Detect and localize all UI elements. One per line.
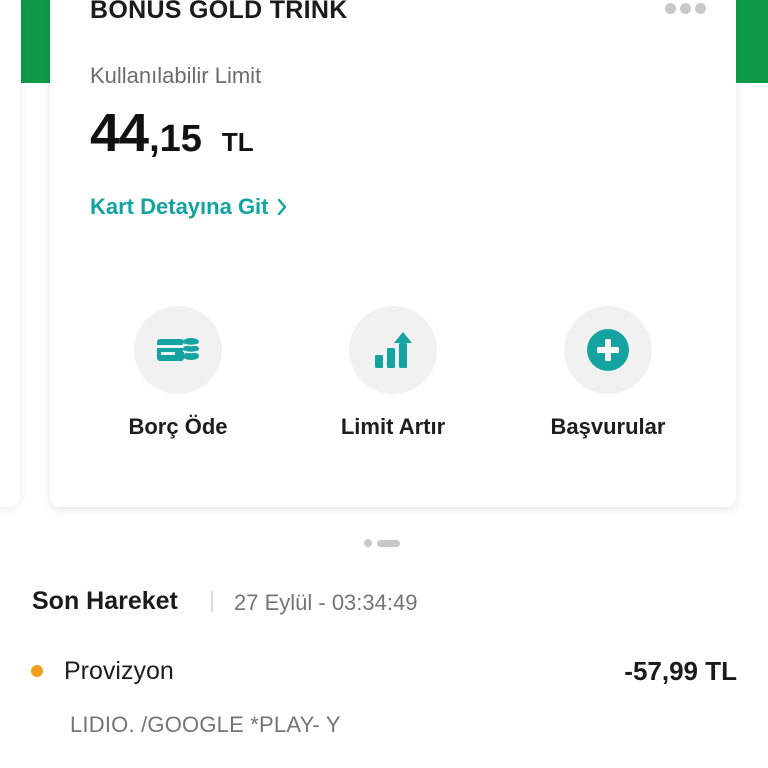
pay-debt-label: Borç Öde (128, 414, 228, 439)
pager-dot-active (377, 539, 400, 547)
bar-chart-up-icon (375, 332, 412, 368)
header-background-right (736, 0, 768, 83)
more-options-icon[interactable] (665, 3, 706, 14)
available-limit-amount: 44,15 TL (90, 102, 254, 164)
previous-card-peek[interactable] (0, 0, 20, 507)
plus-circle-icon (587, 329, 629, 371)
pay-debt-icon-wrap (134, 306, 222, 394)
transaction-type[interactable]: Provizyon (64, 657, 174, 686)
screen: BONUS GOLD TRINK Kullanılabilir Limit 44… (0, 0, 768, 768)
more-dot (665, 3, 676, 14)
available-limit-label: Kullanılabilir Limit (90, 63, 262, 88)
applications-label: Başvurular (550, 414, 666, 439)
limit-amount-whole: 44 (90, 103, 149, 163)
credit-card-panel: BONUS GOLD TRINK Kullanılabilir Limit 44… (50, 0, 736, 507)
card-pager-indicator[interactable] (364, 539, 400, 547)
transaction-status-dot (31, 665, 43, 677)
card-detail-link-label: Kart Detayına Git (90, 194, 269, 219)
increase-limit-icon-wrap (349, 306, 437, 394)
increase-limit-button[interactable]: Limit Artır (303, 306, 483, 440)
last-transaction-title: Son Hareket (32, 587, 178, 615)
card-title: BONUS GOLD TRINK (90, 0, 348, 24)
applications-icon-wrap (564, 306, 652, 394)
limit-amount-decimal: ,15 (149, 118, 202, 160)
transaction-amount[interactable]: -57,99 TL (624, 656, 737, 687)
last-transaction-date: 27 Eylül - 03:34:49 (234, 590, 418, 615)
increase-limit-label: Limit Artır (340, 414, 446, 439)
chevron-right-icon (277, 198, 286, 216)
limit-currency: TL (221, 127, 254, 157)
more-dot (680, 3, 691, 14)
transaction-description: LIDIO. /GOOGLE *PLAY- Y (70, 712, 341, 737)
more-dot (695, 3, 706, 14)
pager-dot (364, 539, 372, 547)
card-detail-link[interactable]: Kart Detayına Git (90, 194, 287, 220)
title-divider (211, 591, 213, 612)
applications-button[interactable]: Başvurular (518, 306, 698, 440)
pay-debt-button[interactable]: Borç Öde (88, 306, 268, 440)
card-coins-icon (157, 338, 200, 361)
